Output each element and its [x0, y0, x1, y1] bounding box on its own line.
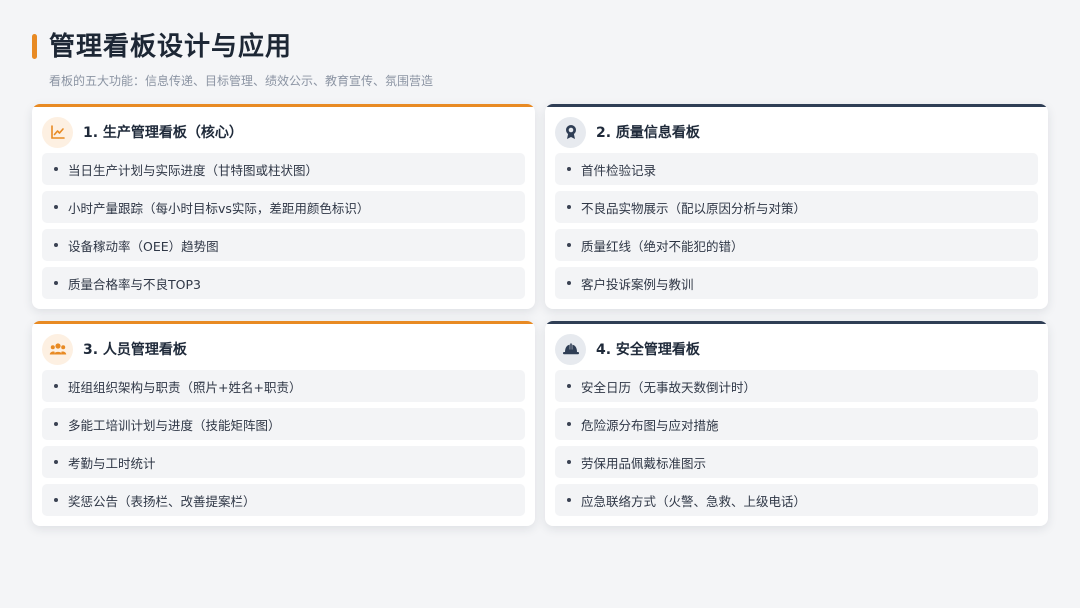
card-production-board: 1. 生产管理看板（核心） 当日生产计划与实际进度（甘特图或柱状图） 小时产量跟…	[32, 104, 535, 309]
card-title: 3. 人员管理看板	[83, 342, 187, 358]
card-personnel-board: 3. 人员管理看板 班组组织架构与职责（照片+姓名+职责） 多能工培训计划与进度…	[32, 321, 535, 526]
list-item: 班组组织架构与职责（照片+姓名+职责）	[42, 370, 525, 402]
list-item: 当日生产计划与实际进度（甘特图或柱状图）	[42, 153, 525, 185]
card-accent-line	[32, 321, 535, 324]
list-item-text: 奖惩公告（表扬栏、改善提案栏）	[68, 493, 256, 509]
list-item-text: 设备稼动率（OEE）趋势图	[68, 238, 219, 254]
list-item-text: 多能工培训计划与进度（技能矩阵图）	[68, 417, 281, 433]
list-item-text: 客户投诉案例与教训	[581, 276, 694, 292]
list-item-text: 不良品实物展示（配以原因分析与对策）	[581, 200, 807, 216]
list-item-text: 当日生产计划与实际进度（甘特图或柱状图）	[68, 162, 319, 178]
bullet-dot	[567, 498, 571, 502]
page-title: 管理看板设计与应用	[49, 32, 293, 62]
list-item-text: 质量红线（绝对不能犯的错）	[581, 238, 744, 254]
list-item: 客户投诉案例与教训	[555, 267, 1038, 299]
bullet-dot	[567, 422, 571, 426]
list-item-text: 班组组织架构与职责（照片+姓名+职责）	[68, 379, 302, 395]
list-item-text: 危险源分布图与应对措施	[581, 417, 719, 433]
bullet-dot	[54, 498, 58, 502]
list-item: 劳保用品佩戴标准图示	[555, 446, 1038, 478]
bullet-dot	[567, 384, 571, 388]
bullet-dot	[567, 243, 571, 247]
people-group-icon	[42, 333, 73, 365]
card-safety-board: 4. 安全管理看板 安全日历（无事故天数倒计时） 危险源分布图与应对措施 劳保用…	[545, 321, 1048, 526]
list-item: 多能工培训计划与进度（技能矩阵图）	[42, 408, 525, 440]
list-item-text: 首件检验记录	[581, 162, 657, 178]
line-chart-icon	[42, 116, 73, 148]
hard-hat-icon	[555, 333, 586, 365]
card-quality-board: 2. 质量信息看板 首件检验记录 不良品实物展示（配以原因分析与对策） 质量红线…	[545, 104, 1048, 309]
card-item-list: 首件检验记录 不良品实物展示（配以原因分析与对策） 质量红线（绝对不能犯的错） …	[555, 153, 1038, 305]
list-item: 安全日历（无事故天数倒计时）	[555, 370, 1038, 402]
title-accent-bar	[32, 34, 37, 59]
list-item: 首件检验记录	[555, 153, 1038, 185]
bullet-dot	[567, 205, 571, 209]
bullet-dot	[54, 384, 58, 388]
list-item-text: 应急联络方式（火警、急救、上级电话）	[581, 493, 807, 509]
card-item-list: 班组组织架构与职责（照片+姓名+职责） 多能工培训计划与进度（技能矩阵图） 考勤…	[42, 370, 525, 522]
page-subtitle: 看板的五大功能：信息传递、目标管理、绩效公示、教育宣传、氛围营造	[49, 74, 434, 88]
list-item: 奖惩公告（表扬栏、改善提案栏）	[42, 484, 525, 516]
list-item-text: 质量合格率与不良TOP3	[68, 276, 201, 292]
list-item: 应急联络方式（火警、急救、上级电话）	[555, 484, 1038, 516]
card-header: 1. 生产管理看板（核心）	[42, 116, 243, 148]
list-item-text: 小时产量跟踪（每小时目标vs实际，差距用颜色标识）	[68, 200, 370, 216]
bullet-dot	[567, 281, 571, 285]
award-ribbon-icon	[555, 116, 586, 148]
card-title: 4. 安全管理看板	[596, 342, 700, 358]
bullet-dot	[54, 243, 58, 247]
bullet-dot	[54, 422, 58, 426]
list-item: 质量红线（绝对不能犯的错）	[555, 229, 1038, 261]
card-item-list: 安全日历（无事故天数倒计时） 危险源分布图与应对措施 劳保用品佩戴标准图示 应急…	[555, 370, 1038, 522]
card-title: 1. 生产管理看板（核心）	[83, 125, 243, 141]
bullet-dot	[567, 167, 571, 171]
bullet-dot	[54, 281, 58, 285]
list-item: 考勤与工时统计	[42, 446, 525, 478]
card-header: 2. 质量信息看板	[555, 116, 700, 148]
card-title: 2. 质量信息看板	[596, 125, 700, 141]
list-item: 质量合格率与不良TOP3	[42, 267, 525, 299]
bullet-dot	[54, 205, 58, 209]
bullet-dot	[54, 460, 58, 464]
card-header: 4. 安全管理看板	[555, 333, 700, 365]
card-item-list: 当日生产计划与实际进度（甘特图或柱状图） 小时产量跟踪（每小时目标vs实际，差距…	[42, 153, 525, 305]
list-item-text: 劳保用品佩戴标准图示	[581, 455, 707, 471]
card-header: 3. 人员管理看板	[42, 333, 187, 365]
list-item: 设备稼动率（OEE）趋势图	[42, 229, 525, 261]
card-accent-line	[545, 104, 1048, 107]
list-item-text: 安全日历（无事故天数倒计时）	[581, 379, 757, 395]
card-accent-line	[545, 321, 1048, 324]
list-item: 危险源分布图与应对措施	[555, 408, 1038, 440]
list-item: 小时产量跟踪（每小时目标vs实际，差距用颜色标识）	[42, 191, 525, 223]
bullet-dot	[567, 460, 571, 464]
bullet-dot	[54, 167, 58, 171]
card-accent-line	[32, 104, 535, 107]
list-item: 不良品实物展示（配以原因分析与对策）	[555, 191, 1038, 223]
list-item-text: 考勤与工时统计	[68, 455, 156, 471]
